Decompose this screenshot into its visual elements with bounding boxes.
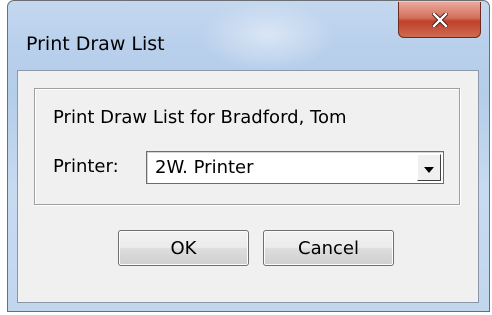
- print-options-group: Print Draw List for Bradford, Tom Printe…: [34, 88, 460, 205]
- group-title: Print Draw List for Bradford, Tom: [53, 107, 347, 128]
- close-button[interactable]: [398, 2, 481, 38]
- close-icon: [431, 12, 448, 27]
- ok-button[interactable]: OK: [118, 230, 249, 266]
- printer-label: Printer:: [53, 156, 119, 177]
- window-title: Print Draw List: [26, 33, 165, 55]
- printer-select[interactable]: 2W. Printer: [146, 151, 444, 184]
- dropdown-button[interactable]: [417, 154, 441, 181]
- printer-select-value: 2W. Printer: [155, 157, 254, 178]
- cancel-button[interactable]: Cancel: [263, 230, 394, 266]
- dialog-window: Print Draw List Print Draw List for Brad…: [7, 0, 490, 312]
- chevron-down-icon: [424, 158, 434, 177]
- dialog-client-area: Print Draw List for Bradford, Tom Printe…: [17, 70, 479, 303]
